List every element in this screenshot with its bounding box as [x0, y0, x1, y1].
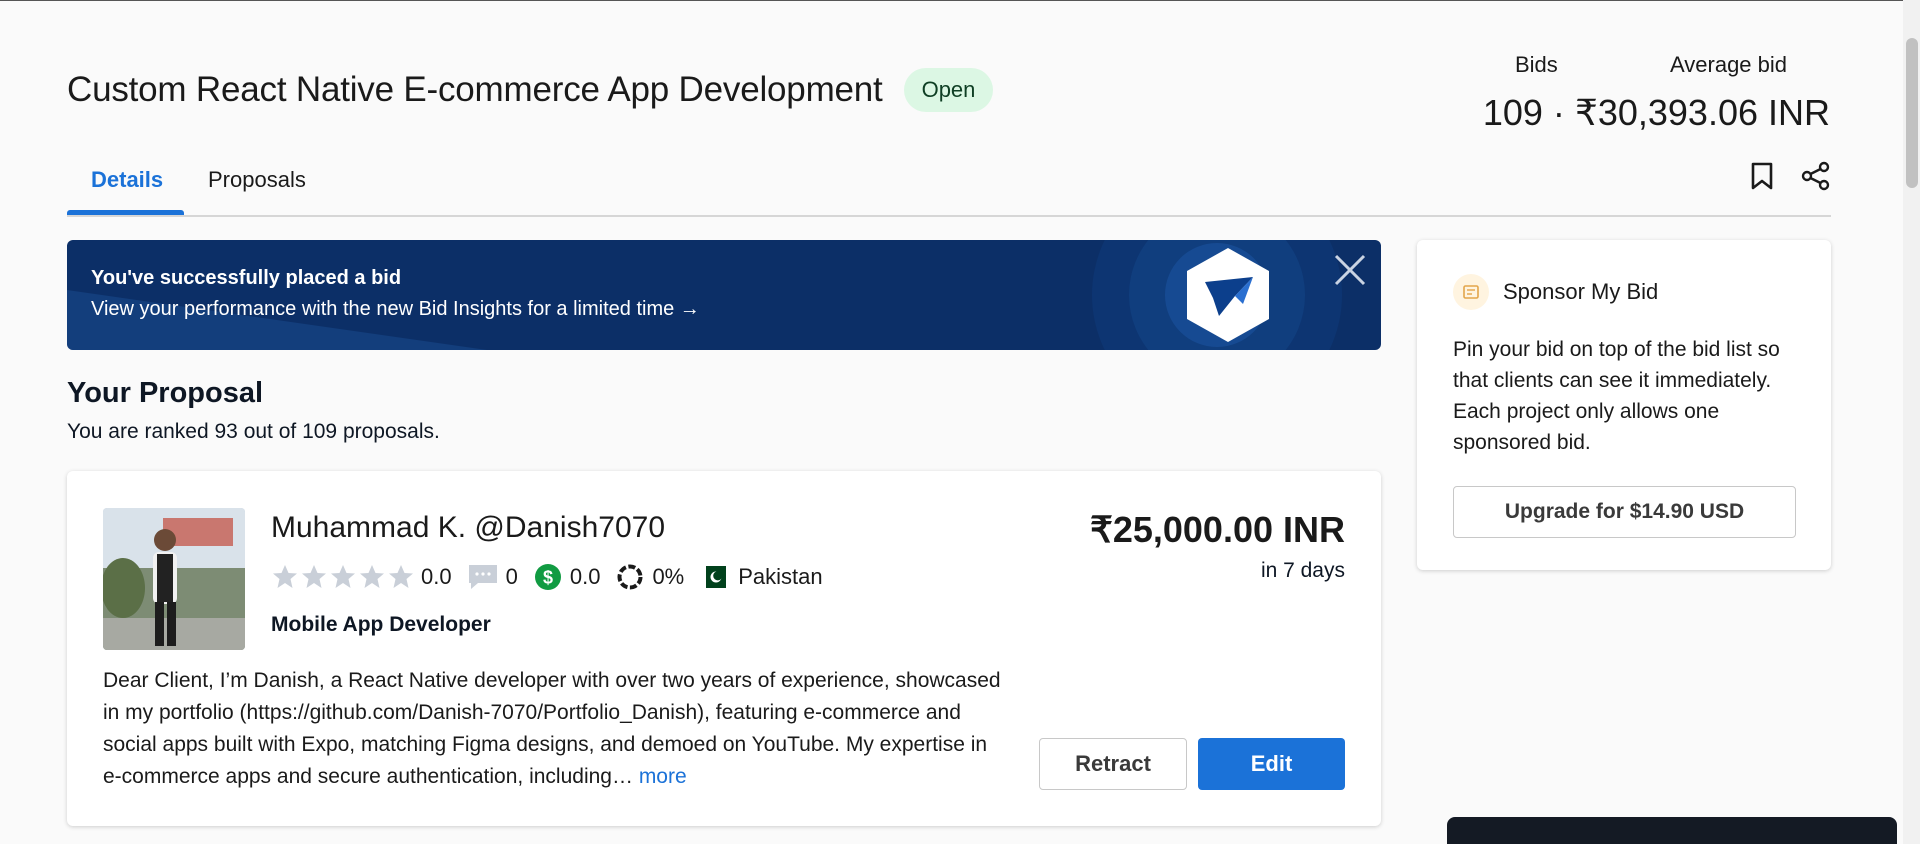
freelancer-logo-icon: [1187, 248, 1269, 342]
your-proposal-heading: Your Proposal: [67, 377, 264, 409]
completion-ring-icon: [617, 564, 643, 590]
sponsor-card: Sponsor My Bid Pin your bid on top of th…: [1417, 240, 1831, 570]
tab-actions: [1747, 159, 1831, 193]
sponsor-icon: [1453, 274, 1489, 310]
country-name: Pakistan: [738, 564, 823, 589]
rank-text: You are ranked 93 out of 109 proposals.: [67, 420, 440, 443]
bid-price: ₹25,000.00 INR: [1089, 509, 1345, 550]
star-icon: [273, 565, 297, 588]
bid-card: Muhammad K. @Danish7070 0.0 0 $ 0.0 0% P…: [67, 471, 1381, 826]
reviews-value: 0: [505, 564, 518, 589]
star-icon: [389, 565, 413, 588]
page-title: Custom React Native E-commerce App Devel…: [67, 70, 883, 109]
tab-bar: Details Proposals: [67, 155, 1831, 217]
average-bid-value: ₹30,393.06 INR: [1574, 92, 1830, 133]
star-icon: [360, 565, 384, 588]
freelancer-display-name: Muhammad K.: [271, 511, 467, 544]
earnings-score: $ 0.0: [534, 563, 601, 591]
bid-insights-banner[interactable]: You've successfully placed a bid View yo…: [67, 240, 1381, 350]
chat-panel-edge[interactable]: [1447, 817, 1897, 844]
bids-label: Bids: [1515, 52, 1558, 77]
bid-delivery: in 7 days: [1260, 559, 1345, 582]
bid-stats-values: 109 · ₹30,393.06 INR: [1483, 92, 1830, 134]
tab-proposals-label: Proposals: [208, 167, 306, 192]
freelancer-name[interactable]: Muhammad K. @Danish7070: [271, 511, 665, 545]
window-top-border: [0, 0, 1920, 1]
completion-rate: 0%: [616, 563, 684, 591]
status-badge: Open: [903, 68, 994, 112]
tab-proposals[interactable]: Proposals: [184, 163, 330, 213]
tab-details[interactable]: Details: [67, 163, 187, 215]
pakistan-flag-icon: [700, 566, 727, 588]
freelancer-username: @Danish7070: [474, 511, 665, 544]
freelancer-meta: 0.0 0 $ 0.0 0% Pakistan: [271, 563, 823, 591]
star-icon: [331, 565, 355, 588]
earnings-value: 0.0: [569, 564, 601, 589]
more-link[interactable]: more: [639, 765, 687, 788]
sponsor-description: Pin your bid on top of the bid list so t…: [1453, 338, 1780, 454]
banner-text: You've successfully placed a bid View yo…: [91, 267, 700, 321]
sponsor-header: Sponsor My Bid: [1453, 274, 1658, 310]
scrollbar[interactable]: [1903, 0, 1920, 844]
retract-button[interactable]: Retract: [1039, 738, 1187, 790]
dollar-icon: $: [534, 564, 561, 590]
star-icon: [302, 565, 326, 588]
sponsor-title: Sponsor My Bid: [1503, 279, 1659, 304]
tab-details-label: Details: [91, 167, 164, 192]
upgrade-button[interactable]: Upgrade for $14.90 USD: [1453, 486, 1796, 538]
proposal-description: Dear Client, I’m Danish, a React Native …: [103, 665, 1003, 793]
banner-subtitle[interactable]: View your performance with the new Bid I…: [91, 298, 700, 321]
close-icon[interactable]: [1332, 252, 1368, 288]
country: Pakistan: [700, 564, 823, 590]
rating-stars: [271, 563, 413, 591]
proposal-text: Dear Client, I’m Danish, a React Native …: [103, 669, 1001, 788]
chat-icon: [468, 565, 497, 589]
active-tab-indicator: [67, 210, 184, 215]
reviews-count: 0: [468, 564, 518, 590]
project-header: Custom React Native E-commerce App Devel…: [67, 68, 994, 112]
bookmark-icon[interactable]: [1747, 159, 1777, 193]
avatar[interactable]: [103, 508, 245, 650]
stats-separator: ·: [1552, 92, 1565, 133]
freelancer-role: Mobile App Developer: [271, 613, 491, 636]
completion-value: 0%: [652, 564, 685, 589]
scrollbar-thumb[interactable]: [1906, 38, 1918, 188]
rating-value: 0.0: [421, 564, 452, 589]
svg-text:$: $: [543, 568, 553, 588]
edit-button[interactable]: Edit: [1198, 738, 1345, 790]
average-bid-label: Average bid: [1670, 52, 1788, 77]
bids-count: 109: [1482, 92, 1543, 133]
banner-title: You've successfully placed a bid: [91, 267, 402, 289]
share-icon[interactable]: [1801, 159, 1831, 193]
